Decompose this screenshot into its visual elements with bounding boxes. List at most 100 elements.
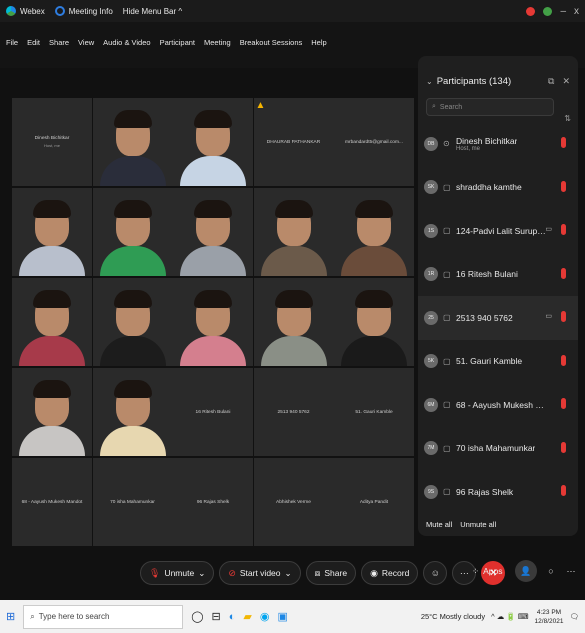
tray-icons[interactable]: ^ ☁ 🔋 ⌨ <box>491 612 528 621</box>
unmute-all-button[interactable]: Unmute all <box>460 520 496 529</box>
participant-row[interactable]: 5K ▢ 51. Gauri Kamble <box>418 340 578 384</box>
muted-mic-icon[interactable] <box>561 137 566 148</box>
chat-button[interactable]: ○ <box>540 560 562 582</box>
video-tile[interactable] <box>173 188 253 276</box>
menu-item[interactable]: Meeting <box>204 38 231 47</box>
muted-mic-icon[interactable] <box>561 354 566 366</box>
video-tile[interactable] <box>253 278 334 366</box>
video-body <box>19 426 85 456</box>
video-tile[interactable]: Abhishek Verme <box>253 458 334 546</box>
apps-button[interactable]: ⁘ Apps <box>472 566 503 577</box>
muted-mic-icon[interactable] <box>561 311 566 322</box>
more-panels-button[interactable]: ⋯ <box>560 560 582 582</box>
video-tile[interactable] <box>253 188 334 276</box>
muted-mic-icon[interactable] <box>561 398 566 409</box>
video-tile[interactable] <box>173 278 253 366</box>
video-tile[interactable]: 16 Ritesh Bulani <box>173 368 253 456</box>
weather-widget[interactable]: 25°C Mostly cloudy <box>421 612 485 621</box>
mute-all-button[interactable]: Mute all <box>426 520 452 529</box>
muted-mic-icon[interactable] <box>561 485 566 496</box>
video-tile[interactable]: 68 - Aayush Mukesh Mandot <box>12 458 92 546</box>
task-manager-icon[interactable]: ⊟ <box>212 610 221 623</box>
participant-info: 2513 940 5762 <box>456 313 513 323</box>
menu-item[interactable]: Breakout Sessions <box>240 38 303 47</box>
participant-list: DB ⊙ Dinesh Bichitkar Host, me SK ▢ shraddha k… <box>418 122 578 514</box>
video-tile[interactable]: Dinesh Bichitkar Host, me <box>12 98 92 186</box>
muted-mic-icon[interactable] <box>561 224 566 235</box>
participant-row[interactable]: 1R ▢ 16 Ritesh Bulani <box>418 253 578 297</box>
video-tile[interactable] <box>12 188 92 276</box>
video-tile[interactable] <box>173 98 253 186</box>
muted-mic-icon[interactable] <box>561 267 566 279</box>
record-button[interactable]: ◉ Record <box>361 561 419 585</box>
video-tile[interactable] <box>334 278 414 366</box>
video-tile[interactable] <box>92 98 173 186</box>
video-tile[interactable] <box>334 188 414 276</box>
collapse-chevron-icon[interactable]: ⌄ <box>426 77 433 86</box>
participant-row[interactable]: 9S ▢ 96 Rajas Shelk <box>418 470 578 514</box>
tile-name: Dinesh Bichitkar <box>34 136 70 141</box>
task-view-icon[interactable]: ◯ <box>191 610 203 623</box>
windows-start-icon[interactable]: ⊞ <box>6 610 15 623</box>
device-icon: ▢ <box>443 443 451 453</box>
video-tile[interactable] <box>92 188 173 276</box>
clock[interactable]: 4:23 PM 12/8/2021 <box>535 608 564 626</box>
video-tile[interactable] <box>12 278 92 366</box>
start-video-button[interactable]: ⊘ Start video ⌄ <box>219 561 301 585</box>
menu-item[interactable]: Share <box>49 38 69 47</box>
participant-row[interactable]: SK ▢ shraddha kamthe <box>418 166 578 210</box>
unmute-button[interactable]: 🎙 Unmute ⌄ <box>140 561 215 585</box>
taskbar-search-input[interactable]: ⌕ Type here to search <box>23 604 184 629</box>
video-tile[interactable]: 96 Rajas Shelk <box>173 458 253 546</box>
popout-icon[interactable]: ⧉ <box>548 76 554 87</box>
video-tile[interactable]: mrbandardt5@gmail.com... <box>334 98 414 186</box>
video-tile[interactable]: DHAURAB PATHANKAR ▲ <box>253 98 334 186</box>
video-tile[interactable]: 2513 940 5762 <box>253 368 334 456</box>
notifications-icon[interactable]: 🗨 <box>569 612 579 621</box>
chevron-down-icon[interactable]: ⌄ <box>198 568 205 579</box>
participant-search-input[interactable]: ⌕ Search <box>426 98 554 116</box>
webex-taskbar-icon[interactable]: ▣ <box>277 610 287 623</box>
share-button[interactable]: ⧈ Share <box>305 561 357 585</box>
participant-row[interactable]: 6M ▢ 68 - Aayush Mukesh Mandot <box>418 383 578 427</box>
video-tile[interactable]: 70 isha Mahamunkar <box>92 458 173 546</box>
hide-menu-bar-button[interactable]: Hide Menu Bar ^ <box>123 7 182 16</box>
muted-mic-icon[interactable] <box>561 180 566 192</box>
menu-item[interactable]: Participant <box>160 38 195 47</box>
muted-mic-icon: 🎙 <box>149 567 161 578</box>
file-explorer-icon[interactable]: ▰ <box>243 610 251 623</box>
muted-mic-icon[interactable] <box>561 441 566 453</box>
participant-row[interactable]: DB ⊙ Dinesh Bichitkar Host, me <box>418 122 578 166</box>
video-body <box>341 246 407 276</box>
meeting-info-button[interactable]: Meeting Info <box>54 6 113 16</box>
search-icon: ⌕ <box>432 103 436 110</box>
participant-row[interactable]: 1S ▢ 124-Padvi Lalit Surups... ▭ <box>418 209 578 253</box>
video-tile[interactable]: 51. Gauri Kamble <box>334 368 414 456</box>
participant-name: 70 isha Mahamunkar <box>456 443 536 454</box>
menu-item[interactable]: Edit <box>27 38 40 47</box>
video-hair <box>33 290 71 309</box>
video-tile[interactable] <box>92 368 173 456</box>
participants-toggle-button[interactable]: 👤 <box>515 560 537 582</box>
menu-item[interactable]: View <box>78 38 94 47</box>
time: 4:23 PM <box>536 608 562 616</box>
menu-item[interactable]: Audio & Video <box>103 38 150 47</box>
menu-item[interactable]: File <box>6 38 18 47</box>
video-body <box>260 246 327 276</box>
reactions-button[interactable]: ☺ <box>423 561 448 585</box>
participant-row[interactable]: 7M ▢ 70 isha Mahamunkar <box>418 427 578 471</box>
video-tile[interactable] <box>12 368 92 456</box>
device-icon: ▢ <box>443 356 451 366</box>
menu-item[interactable]: Help <box>311 38 326 47</box>
close-panel-icon[interactable]: ✕ <box>562 76 570 87</box>
close-button[interactable]: x <box>574 6 579 17</box>
chrome-icon[interactable]: ◉ <box>260 610 270 623</box>
participant-row[interactable]: 25 ▢ 2513 940 5762 ▭ <box>418 296 578 340</box>
device-icon: ▢ <box>443 313 451 323</box>
chevron-down-icon[interactable]: ⌄ <box>285 568 292 579</box>
minimize-button[interactable]: – <box>560 6 566 17</box>
video-body <box>180 156 246 186</box>
video-tile[interactable] <box>92 278 173 366</box>
edge-icon[interactable]: ◐ <box>229 611 236 623</box>
video-tile[interactable]: Aditya Pandit <box>334 458 414 546</box>
